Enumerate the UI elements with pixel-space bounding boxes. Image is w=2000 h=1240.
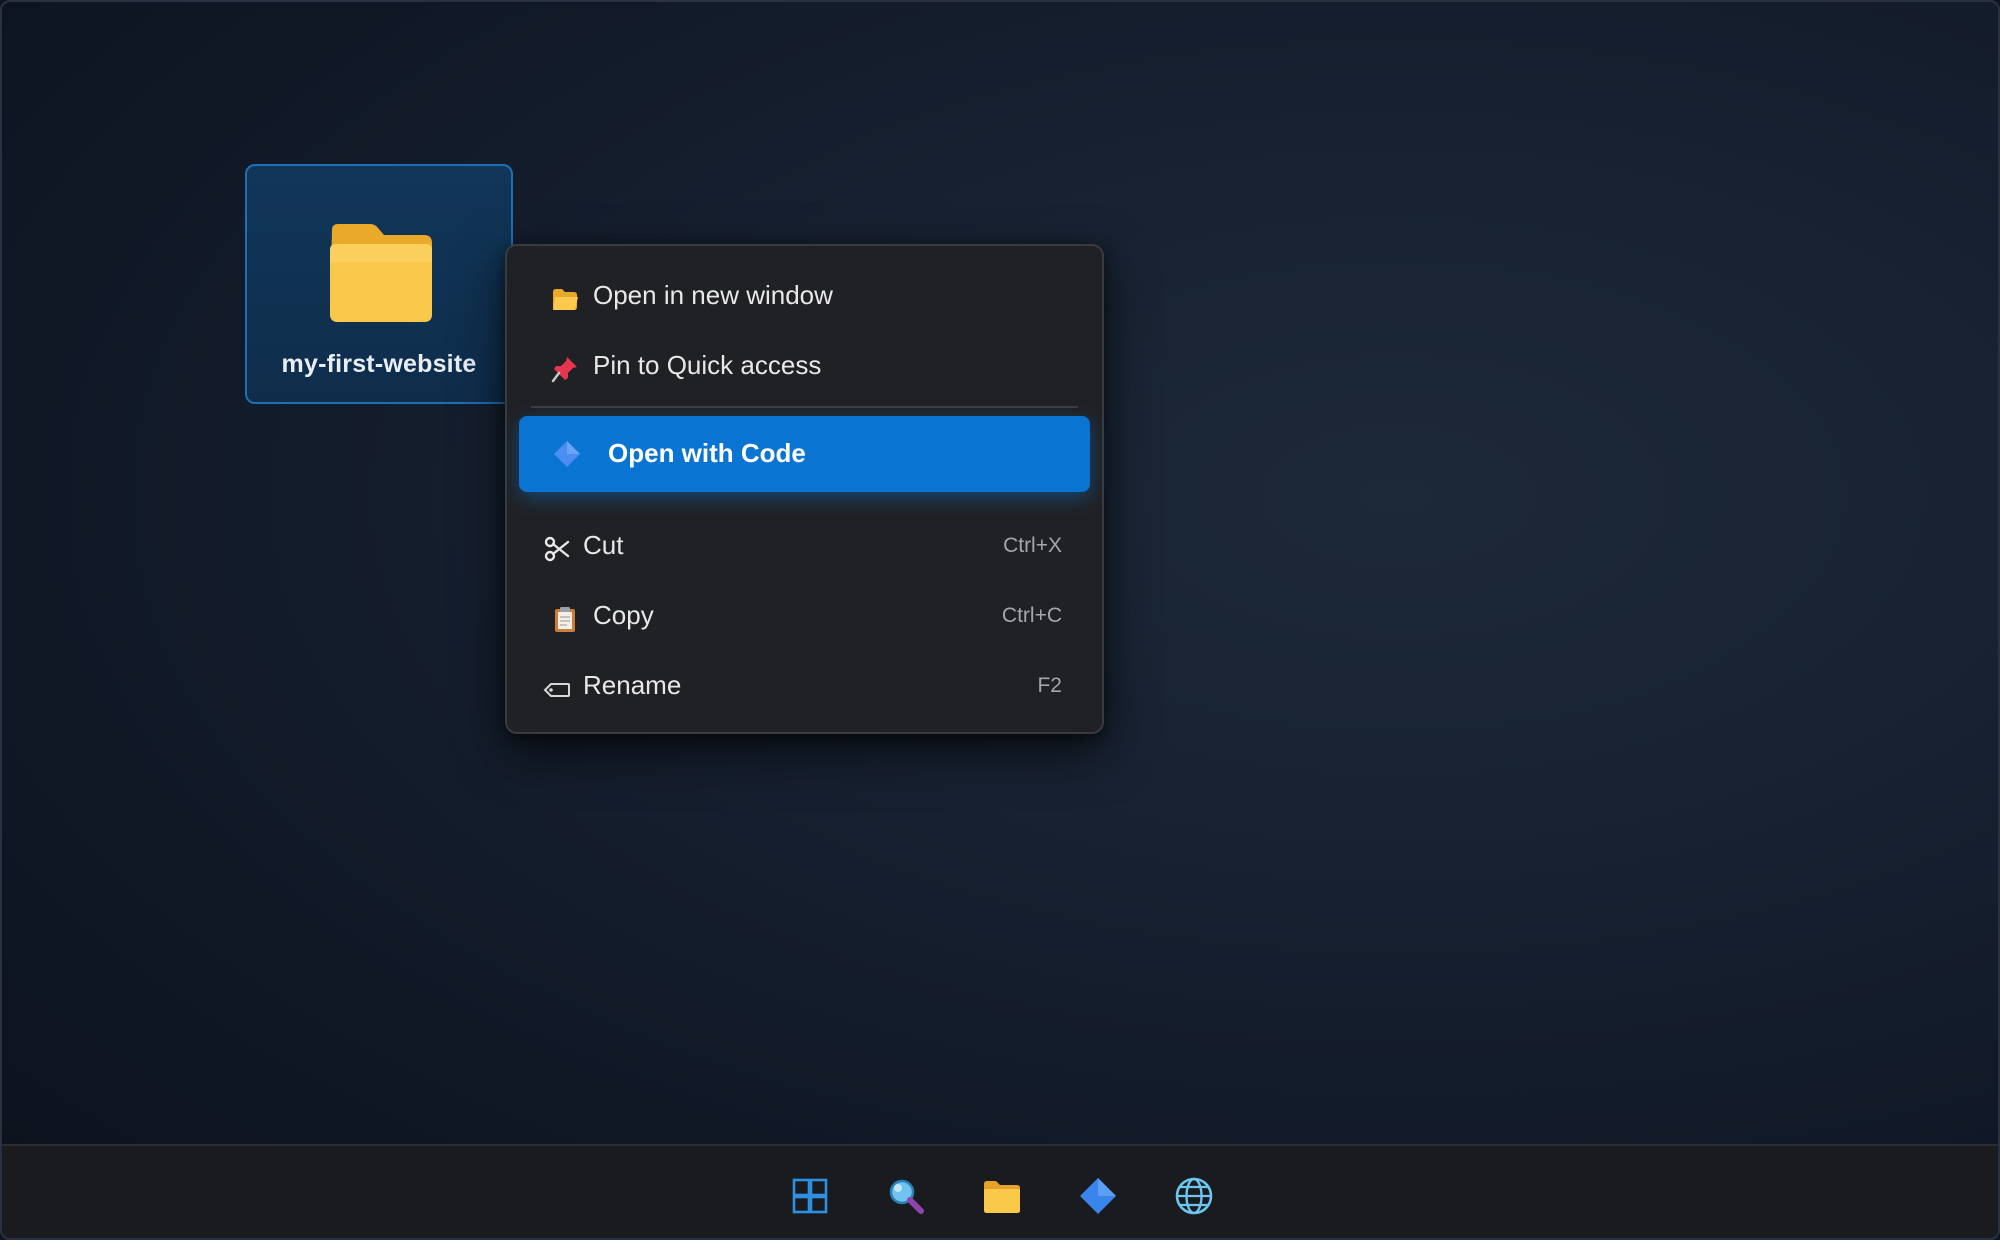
pushpin-icon bbox=[551, 357, 577, 383]
menu-item-open-with-code[interactable]: Open with Code bbox=[519, 416, 1090, 492]
taskbar-search-button[interactable] bbox=[886, 1176, 926, 1216]
menu-item-pin-to-quick-access[interactable]: Pin to Quick access bbox=[521, 336, 1088, 398]
file-explorer-icon bbox=[984, 1181, 1020, 1213]
search-icon bbox=[889, 1179, 924, 1214]
desktop: my-first-website Open in new window Pin … bbox=[0, 0, 2000, 1240]
menu-item-label: Open in new window bbox=[593, 280, 833, 310]
menu-item-shortcut: F2 bbox=[1037, 674, 1062, 697]
menu-item-label: Pin to Quick access bbox=[593, 350, 822, 380]
menu-item-cut[interactable]: Cut Ctrl+X bbox=[521, 516, 1088, 578]
folder-icon bbox=[330, 224, 432, 322]
menu-item-label: Copy bbox=[593, 600, 654, 630]
taskbar bbox=[2, 1144, 1998, 1238]
menu-item-shortcut: Ctrl+X bbox=[1003, 534, 1062, 557]
menu-item-open-in-new-window[interactable]: Open in new window bbox=[521, 266, 1088, 328]
folder-open-icon bbox=[553, 289, 578, 310]
clipboard-icon bbox=[555, 607, 575, 632]
menu-item-copy[interactable]: Copy Ctrl+C bbox=[521, 586, 1088, 648]
desktop-folder-my-first-website[interactable]: my-first-website bbox=[245, 164, 513, 404]
code-editor-icon bbox=[1080, 1178, 1116, 1214]
taskbar-start-button[interactable] bbox=[790, 1176, 830, 1216]
browser-globe-icon bbox=[1175, 1177, 1213, 1215]
code-diamond-icon bbox=[554, 441, 580, 467]
folder-name-label: my-first-website bbox=[281, 350, 477, 378]
context-menu: Open in new window Pin to Quick access O… bbox=[505, 244, 1104, 734]
menu-item-label: Cut bbox=[583, 530, 624, 560]
menu-item-label: Rename bbox=[583, 670, 682, 700]
taskbar-code-editor-button[interactable] bbox=[1078, 1176, 1118, 1216]
menu-item-label: Open with Code bbox=[608, 438, 806, 468]
taskbar-browser-button[interactable] bbox=[1174, 1176, 1214, 1216]
menu-item-shortcut: Ctrl+C bbox=[1001, 604, 1062, 627]
windows-start-icon bbox=[792, 1178, 828, 1214]
menu-item-rename[interactable]: Rename F2 bbox=[521, 656, 1088, 718]
scissors-icon bbox=[544, 536, 570, 562]
rename-tag-icon bbox=[543, 683, 570, 697]
menu-separator bbox=[531, 406, 1078, 408]
taskbar-file-explorer-button[interactable] bbox=[982, 1176, 1022, 1216]
